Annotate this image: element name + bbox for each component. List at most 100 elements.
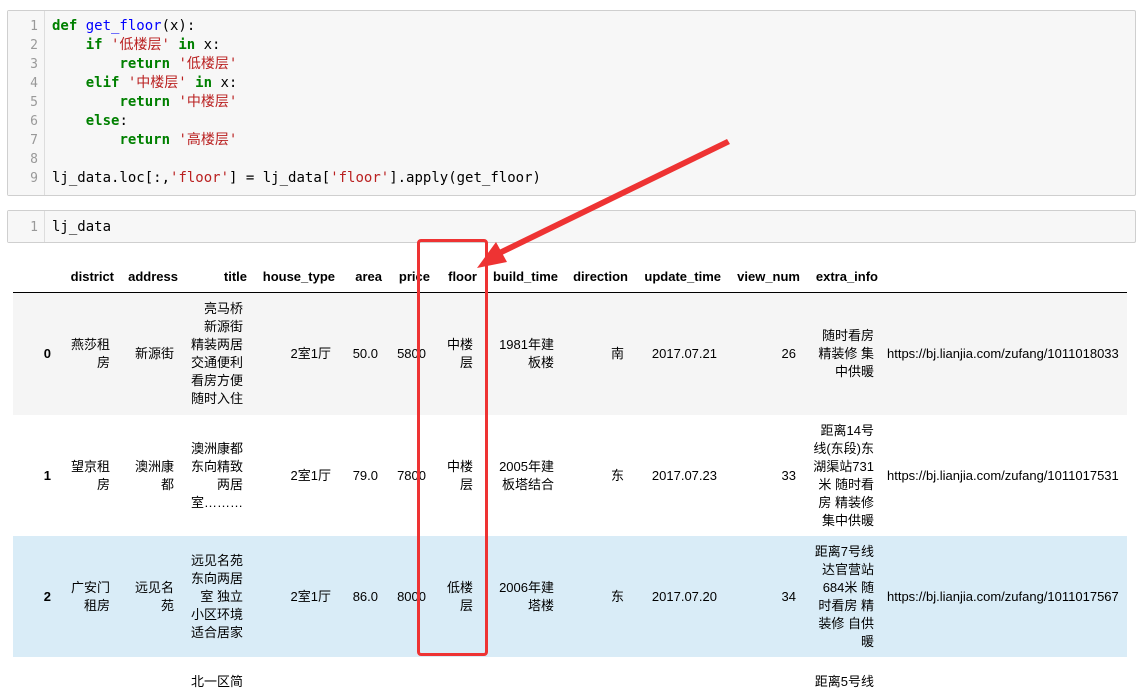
- row-index: 1: [13, 415, 55, 536]
- cell-text: 2006年建: [499, 579, 554, 595]
- table-row[interactable]: 1 望京租房澳洲康都澳洲康都 东向精致 两居 室……… 2室1厅 79.0 7800 中楼层 20…: [13, 415, 1127, 536]
- cell-text: 东: [610, 467, 624, 483]
- cell-text: 精装两居: [190, 337, 243, 352]
- cell-text: 低楼: [446, 579, 473, 595]
- line-number: 2: [30, 38, 38, 53]
- cell-url-text: https://bj.lianjia.com/zufang/1011017567: [887, 588, 1119, 604]
- code-line: lj_data: [52, 218, 111, 237]
- cell-text: 层: [459, 597, 473, 613]
- cell-build-time: [487, 657, 558, 692]
- cell-text: 房 精装修: [818, 494, 874, 510]
- column-header-view-num: view_num: [737, 269, 800, 284]
- cell-address: 远见名苑: [121, 536, 178, 657]
- cell-text: 随时看房: [821, 328, 874, 343]
- cell-extra-info: 随时看房 精装修 集中供暖: [807, 293, 878, 415]
- row-index: 0: [13, 293, 55, 415]
- cell-title: 澳洲康都 东向精致 两居 室………: [183, 415, 247, 536]
- code-cell-get-floor[interactable]: 1 def get_floor(x): 2 if '低楼层' in x: 3 retu…: [7, 10, 1136, 196]
- row-index: 2: [13, 536, 55, 657]
- cell-view-num: 34: [727, 536, 800, 657]
- table-row[interactable]: 2 广安门 租房 远见名苑远见名苑 东向两居室 独立 小区环境 适合居家 2室1厅 86.0 80…: [13, 536, 1127, 657]
- cell-text: 板楼: [527, 355, 554, 370]
- cell-direction: 东: [564, 536, 628, 657]
- code-token: get_floor: [85, 18, 162, 34]
- cell-text: 线(东段)东: [813, 440, 874, 456]
- cell-house-type: 2室1厅: [253, 536, 335, 657]
- cell-view-num: 26: [727, 293, 800, 415]
- cell-price: 7800: [393, 415, 430, 536]
- code-line: def get_floor(x):: [52, 17, 195, 36]
- cell-text: 7800: [397, 467, 426, 483]
- cell-text: 装修 自供: [818, 615, 874, 631]
- cell-text: 望京租: [70, 458, 110, 474]
- line-number: 4: [30, 76, 38, 91]
- cell-area: 86.0: [346, 536, 382, 657]
- line-number: 7: [30, 133, 38, 148]
- cell-area: 50.0: [346, 293, 382, 415]
- cell-text: 距离14号: [820, 422, 874, 438]
- cell-district: 燕莎租房: [63, 293, 114, 415]
- column-header-area: area: [355, 269, 382, 284]
- cell-district: 望京租房: [63, 415, 114, 536]
- code-token: '高楼层': [178, 132, 238, 148]
- cell-update-time: 2017.07.20: [635, 536, 721, 657]
- cell-text: 都: [160, 476, 174, 492]
- line-number: 1: [30, 19, 38, 34]
- cell-text: 澳洲康: [134, 458, 174, 474]
- row-index-text: 2: [43, 588, 51, 604]
- cell-url-text: https://bj.lianjia.com/zufang/1011018033: [887, 346, 1119, 361]
- column-header-extra-info: extra_info: [815, 269, 878, 284]
- line-number: 3: [30, 57, 38, 72]
- cell-text: 86.0: [352, 588, 378, 604]
- column-header-direction: direction: [573, 269, 628, 284]
- code-token: elif: [85, 75, 128, 91]
- code-token: x:: [212, 75, 238, 91]
- cell-text: 2005年建: [499, 458, 554, 474]
- code-line: if '低楼层' in x:: [52, 36, 221, 55]
- cell-text: 东向两居: [190, 570, 243, 586]
- cell-direction: 东: [564, 415, 628, 536]
- cell-direction: 南: [564, 293, 628, 415]
- line-number: 8: [30, 152, 38, 167]
- cell-text: 2室1厅: [290, 346, 331, 361]
- column-header-title: title: [223, 269, 247, 284]
- cell-area: [346, 657, 382, 692]
- table-header: district address title house_type area price f…: [13, 262, 1127, 293]
- cell-build-time: 2005年建 板塔结合: [487, 415, 558, 536]
- cell-floor: [441, 657, 477, 692]
- cell-text: 板塔结合: [501, 476, 554, 492]
- cell-view-num: [727, 657, 800, 692]
- cell-text: 5800: [397, 346, 426, 361]
- table-row[interactable]: 0 燕莎租房 新源街 亮马桥 新源街 精装两居 交通便利 看房方便 随时入住 2室1厅 50.0 58…: [13, 293, 1127, 415]
- code-line: return '高楼层': [52, 131, 237, 150]
- cell-url: https://bj.lianjia.com/zufang/1011018033: [887, 293, 1127, 415]
- row-index: [13, 657, 55, 692]
- cell-text: 塔楼: [527, 597, 554, 613]
- cell-build-time: 1981年建 板楼: [487, 293, 558, 415]
- cell-text: 南: [610, 346, 624, 361]
- code-cell-lj-data[interactable]: 1 lj_data: [7, 210, 1136, 243]
- column-header-floor: floor: [448, 269, 477, 284]
- column-header-build-time: build_time: [492, 269, 558, 284]
- code-token: return: [119, 56, 179, 72]
- cell-url: https://bj.lianjia.com/zufang/1011017567: [887, 536, 1127, 657]
- cell-title: 北一区简: [183, 657, 247, 692]
- cell-text: 亮马桥: [203, 301, 243, 316]
- cell-text: 684米 随: [822, 579, 874, 595]
- cell-text: 房: [96, 355, 110, 370]
- cell-text: 租房: [83, 597, 110, 613]
- dataframe-output: district address title house_type area price f…: [13, 262, 1127, 692]
- table-row[interactable]: 北一区简 距离5号线天通苑站: [13, 657, 1127, 692]
- cell-text: 达官营站: [821, 561, 874, 577]
- line-number: 5: [30, 95, 38, 110]
- cell-price: 5800: [393, 293, 430, 415]
- cell-text: 新源街: [134, 346, 174, 361]
- cell-area: 79.0: [346, 415, 382, 536]
- column-header-price: price: [398, 269, 430, 284]
- cell-title: 亮马桥 新源街 精装两居 交通便利 看房方便 随时入住: [183, 293, 247, 415]
- code-token: def: [52, 18, 86, 34]
